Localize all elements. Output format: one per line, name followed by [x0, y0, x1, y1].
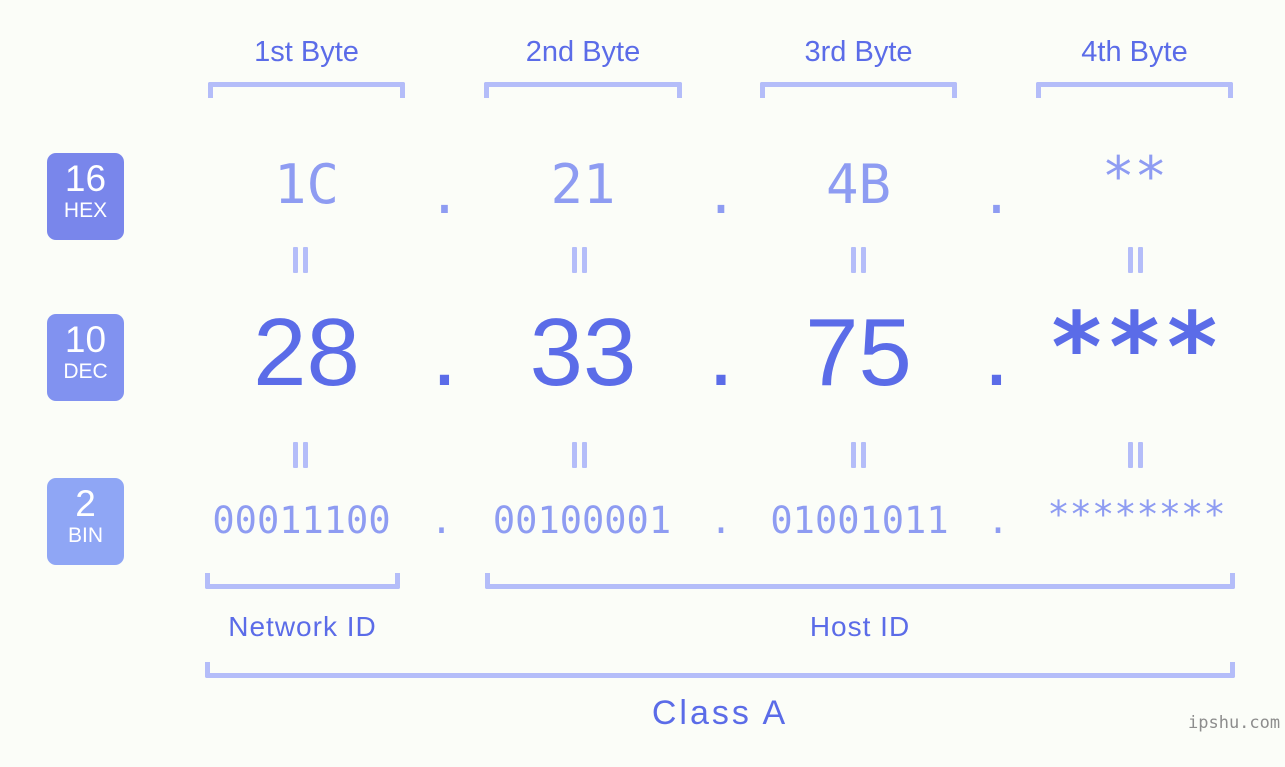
site-watermark: ipshu.com: [1188, 713, 1281, 733]
equals-separator-dec-bin-1: [293, 442, 309, 468]
class-label: Class A: [651, 694, 789, 732]
dec-byte-3-value: 75: [805, 299, 912, 406]
bin-byte-3-value: 01001011: [770, 499, 949, 542]
dec-byte-1-value: 28: [253, 299, 360, 406]
hex-separator-1: .: [428, 163, 461, 226]
equals-separator-dec-bin-3: [851, 442, 867, 468]
base-badge-hex: 16 HEX: [47, 153, 124, 240]
byte-header-4: 4th Byte: [1081, 36, 1188, 68]
bin-byte-4-value: ********: [1047, 493, 1226, 536]
hex-byte-3-value: 4B: [825, 153, 892, 216]
equals-separator-dec-bin-2: [572, 442, 588, 468]
byte-header-3: 3rd Byte: [804, 36, 913, 68]
byte-header-1: 1st Byte: [254, 36, 359, 68]
class-bracket: [205, 662, 1235, 678]
base-badge-hex-number: 16: [64, 158, 107, 199]
host-id-bracket: [485, 573, 1235, 589]
bin-separator-3: .: [986, 499, 1010, 542]
hex-byte-2-value: 21: [550, 153, 616, 216]
ip-address-breakdown-diagram: 1st Byte 2nd Byte 3rd Byte 4th Byte 16 H…: [0, 0, 1285, 767]
equals-separator-dec-bin-4: [1128, 442, 1144, 468]
byte-bracket-3: [760, 82, 957, 98]
byte-bracket-4: [1036, 82, 1233, 98]
equals-separator-hex-dec-2: [572, 247, 588, 273]
host-id-label: Host ID: [809, 611, 911, 642]
equals-separator-hex-dec-3: [851, 247, 867, 273]
base-badge-dec-number: 10: [64, 319, 107, 360]
base-badge-bin-label: BIN: [67, 524, 103, 547]
base-badge-bin-number: 2: [75, 483, 96, 524]
bin-byte-2-value: 00100001: [492, 499, 672, 542]
hex-separator-3: .: [980, 163, 1013, 226]
equals-separator-hex-dec-4: [1128, 247, 1144, 273]
base-badge-dec-label: DEC: [63, 360, 108, 383]
dec-byte-2-value: 33: [529, 299, 637, 406]
dec-separator-2: .: [707, 299, 735, 406]
hex-separator-2: .: [704, 163, 738, 226]
base-badge-dec: 10 DEC: [47, 314, 124, 401]
bin-byte-1-value: 00011100: [212, 499, 391, 542]
dec-separator-1: .: [431, 299, 458, 406]
bin-separator-2: .: [709, 499, 733, 542]
equals-separator-hex-dec-1: [293, 247, 309, 273]
bin-separator-1: .: [430, 499, 453, 542]
byte-bracket-2: [484, 82, 682, 98]
hex-byte-1-value: 1C: [273, 153, 340, 216]
byte-header-2: 2nd Byte: [525, 36, 641, 68]
base-badge-hex-label: HEX: [63, 199, 108, 222]
byte-bracket-1: [208, 82, 405, 98]
network-id-bracket: [205, 573, 400, 589]
base-badge-bin: 2 BIN: [47, 478, 124, 565]
dec-separator-3: .: [983, 299, 1010, 406]
dec-byte-4-value: ***: [1047, 292, 1222, 404]
network-id-label: Network ID: [228, 611, 377, 642]
hex-byte-4-value: **: [1101, 145, 1168, 208]
